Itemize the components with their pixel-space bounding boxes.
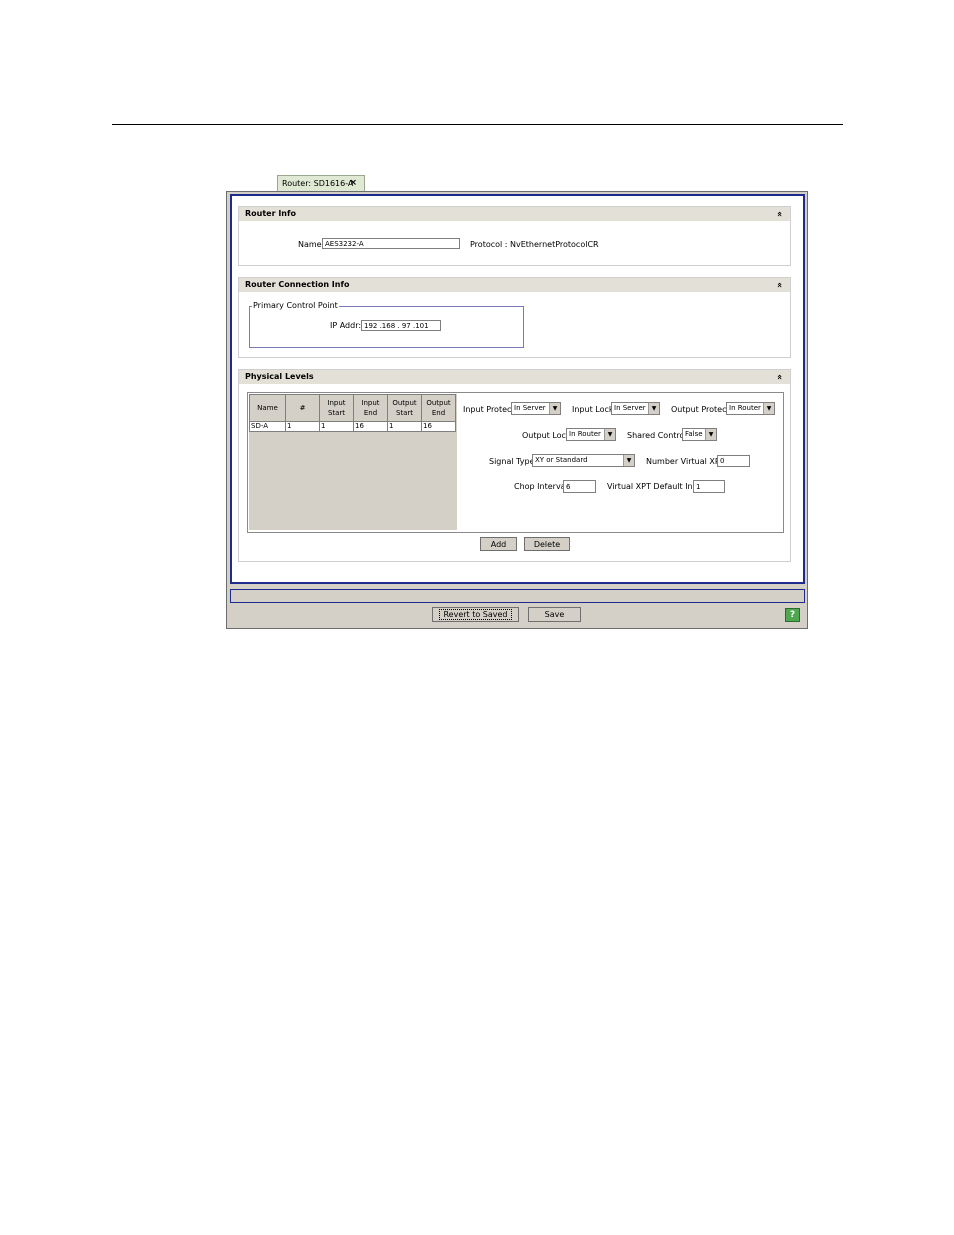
col-output-start[interactable]: Output Start [387, 394, 422, 422]
virtual-xpt-default-input[interactable] [693, 480, 725, 493]
dropdown-arrow-icon[interactable]: ▼ [549, 403, 560, 414]
delete-button[interactable]: Delete [524, 537, 570, 551]
dropdown-arrow-icon[interactable]: ▼ [705, 429, 716, 440]
signal-type-value: XY or Standard [535, 456, 588, 464]
connection-info-title: Router Connection Info [245, 280, 350, 289]
chop-interval-label: Chop Interval [514, 482, 568, 491]
help-icon[interactable]: ? [785, 608, 800, 622]
ip-addr-input[interactable] [361, 320, 441, 331]
revert-to-saved-button[interactable]: Revert to Saved [432, 607, 519, 622]
primary-control-point-label: Primary Control Point [252, 301, 339, 311]
revert-label: Revert to Saved [439, 609, 512, 620]
name-label: Name [298, 240, 322, 249]
col-output-end[interactable]: Output End [421, 394, 456, 422]
close-icon[interactable]: × [349, 176, 357, 191]
cell-output-end: 16 [421, 421, 456, 432]
input-lock-select[interactable]: In Server ▼ [611, 402, 660, 415]
shared-control-select[interactable]: False ▼ [682, 428, 717, 441]
dropdown-arrow-icon[interactable]: ▼ [623, 455, 634, 466]
col-input-end[interactable]: Input End [353, 394, 388, 422]
shared-control-label: Shared Control [627, 431, 687, 440]
number-virtual-xpts-input[interactable] [717, 455, 750, 467]
protocol-text: Protocol : NvEthernetProtocolCR [470, 240, 599, 249]
ip-addr-label: IP Addr: [330, 321, 362, 330]
status-bar [230, 589, 805, 603]
cell-input-start: 1 [319, 421, 354, 432]
cell-name: SD-A [249, 421, 286, 432]
output-lock-value: In Router [569, 430, 601, 438]
dropdown-arrow-icon[interactable]: ▼ [763, 403, 774, 414]
signal-type-select[interactable]: XY or Standard ▼ [532, 454, 635, 467]
add-button[interactable]: Add [480, 537, 517, 551]
input-lock-value: In Server [614, 404, 646, 412]
input-protect-select[interactable]: In Server ▼ [511, 402, 561, 415]
collapse-icon[interactable]: « [772, 374, 786, 380]
levels-table-header: Name # Input Start Input End Output Star… [249, 394, 456, 422]
physical-levels-title: Physical Levels [245, 372, 314, 381]
cell-number: 1 [285, 421, 320, 432]
router-info-header[interactable]: Router Info « [239, 207, 790, 221]
col-name[interactable]: Name [249, 394, 286, 422]
output-protect-label: Output Protect [671, 405, 730, 414]
virtual-xpt-default-label: Virtual XPT Default Input [607, 482, 706, 491]
input-protect-label: Input Protect [463, 405, 515, 414]
signal-type-label: Signal Type [489, 457, 535, 466]
save-button[interactable]: Save [528, 607, 581, 622]
output-lock-select[interactable]: In Router ▼ [566, 428, 616, 441]
levels-table: Name # Input Start Input End Output Star… [249, 394, 456, 432]
collapse-icon[interactable]: « [772, 282, 786, 288]
cell-output-start: 1 [387, 421, 422, 432]
router-info-title: Router Info [245, 209, 296, 218]
router-info-section: Router Info « [238, 206, 791, 266]
collapse-icon[interactable]: « [772, 211, 786, 217]
output-protect-value: In Router [729, 404, 761, 412]
tab-router[interactable]: Router: SD1616-A × [277, 175, 365, 191]
page-top-rule [112, 124, 843, 125]
output-protect-select[interactable]: In Router ▼ [726, 402, 775, 415]
dropdown-arrow-icon[interactable]: ▼ [648, 403, 659, 414]
input-lock-label: Input Lock [572, 405, 614, 414]
col-input-start[interactable]: Input Start [319, 394, 354, 422]
table-row[interactable]: SD-A 1 1 16 1 16 [249, 421, 456, 432]
chop-interval-input[interactable] [563, 480, 596, 493]
connection-info-header[interactable]: Router Connection Info « [239, 278, 790, 292]
number-virtual-xpts-label: Number Virtual XPTs [646, 457, 728, 466]
output-lock-label: Output Lock [522, 431, 571, 440]
col-number[interactable]: # [285, 394, 320, 422]
dropdown-arrow-icon[interactable]: ▼ [604, 429, 615, 440]
physical-levels-header[interactable]: Physical Levels « [239, 370, 790, 384]
cell-input-end: 16 [353, 421, 388, 432]
tab-title: Router: SD1616-A [282, 179, 354, 188]
input-protect-value: In Server [514, 404, 546, 412]
shared-control-value: False [685, 430, 703, 438]
name-input[interactable] [322, 238, 460, 249]
